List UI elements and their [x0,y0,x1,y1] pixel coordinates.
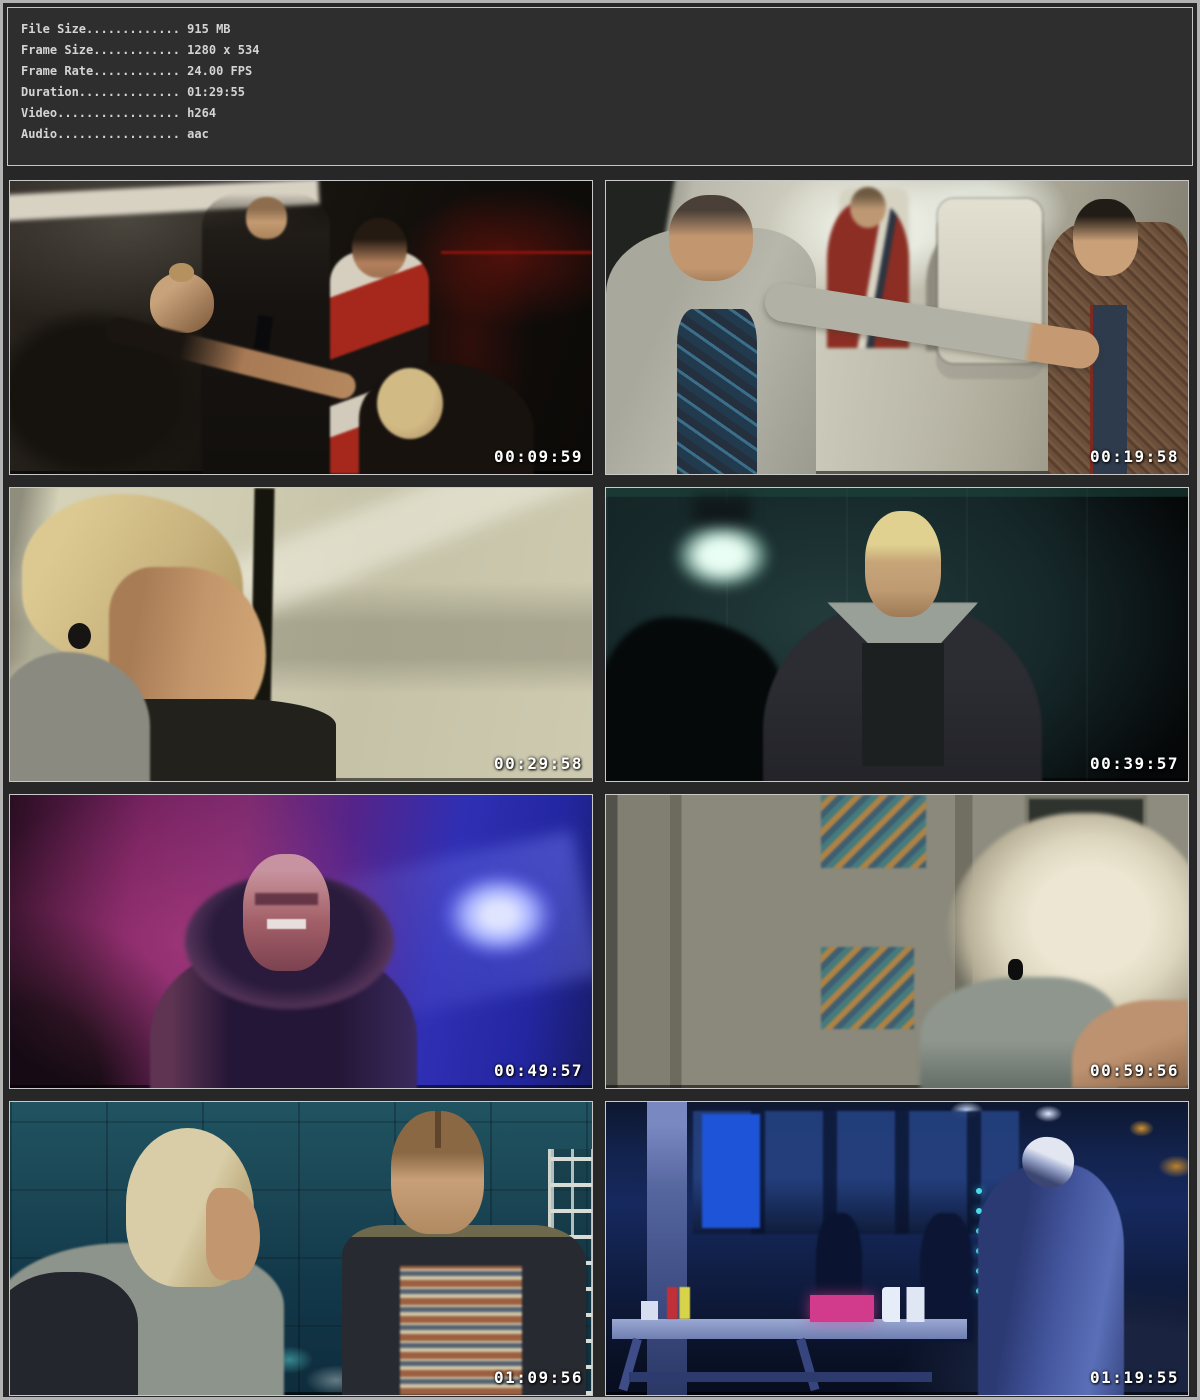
meta-line-duration: Duration.............. 01:29:55 [21,82,1192,103]
work-lamp-glow [676,523,769,587]
video-frame-4: 00:39:57 [605,487,1189,782]
paper-cup [641,1301,658,1320]
grey-suit-man-silhouette [606,228,816,475]
pillar [647,1102,688,1395]
earbud [1008,959,1023,980]
patterned-panel [821,795,926,868]
grinning-face [243,854,330,971]
blond-head [865,511,941,616]
video-frame-5: 00:49:57 [9,794,593,1089]
timestamp-overlay: 00:39:57 [1090,754,1179,773]
meta-line-frame-rate: Frame Rate............ 24.00 FPS [21,61,1192,82]
timestamp-overlay: 00:59:56 [1090,1061,1179,1080]
dark-tshirt [862,643,943,766]
meta-line-video: Video................. h264 [21,103,1192,124]
bright-blue-window [702,1114,760,1228]
man-with-phone-silhouette [202,193,330,474]
video-frame-1: 00:09:59 [9,180,593,475]
timestamp-overlay: 00:29:58 [494,754,583,773]
brown-haired-head [391,1111,484,1234]
condiment-bottles [667,1287,690,1319]
timestamp-overlay: 01:09:56 [494,1368,583,1387]
blue-lit-man-silhouette [978,1164,1124,1396]
screenshot-grid: 00:09:59 00:19:58 00:29:58 [3,170,1197,1400]
meta-line-audio: Audio................. aac [21,124,1192,145]
video-frame-6: 00:59:56 [605,794,1189,1089]
motorcycle-silhouette [605,617,781,782]
topknot-head [150,272,214,334]
timestamp-overlay: 01:19:55 [1090,1368,1179,1387]
meta-line-frame-size: Frame Size............ 1280 x 534 [21,40,1192,61]
metadata-panel: File Size............. 915 MB Frame Size… [7,7,1193,166]
blond-profile-head [126,1128,254,1286]
video-frame-2: 00:19:58 [605,180,1189,475]
media-info-sheet: File Size............. 915 MB Frame Size… [0,0,1200,1400]
water-bottles [882,1287,929,1322]
video-frame-3: 00:29:58 [9,487,593,782]
timestamp-overlay: 00:09:59 [494,447,583,466]
video-frame-8: 01:19:55 [605,1101,1189,1396]
timestamp-overlay: 00:49:57 [494,1061,583,1080]
folding-table [612,1319,967,1340]
patterned-panel [821,947,914,1029]
video-frame-7: 01:09:56 [9,1101,593,1396]
meta-line-file-size: File Size............. 915 MB [21,19,1192,40]
blue-spotlight [441,871,557,959]
red-light-line [441,251,592,254]
dark-jacket-shoulder [9,1272,138,1396]
timestamp-overlay: 00:19:58 [1090,447,1179,466]
bench [629,1372,932,1382]
pink-box [810,1295,874,1321]
